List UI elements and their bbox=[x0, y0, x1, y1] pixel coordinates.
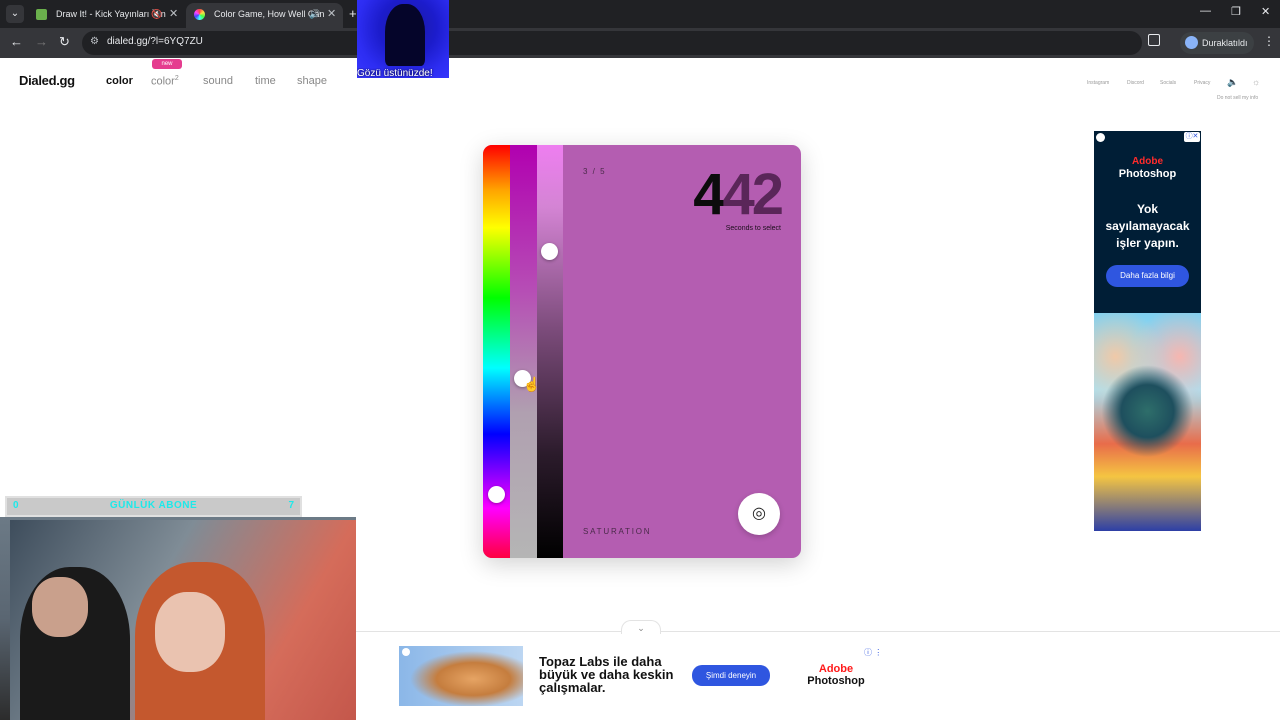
site-info-icon[interactable]: ⚙ bbox=[90, 36, 102, 48]
browser-tab-draw-it[interactable]: Draw It! - Kick Yayınları İçin 🔇 ✕ bbox=[28, 3, 185, 28]
ad-logo-icon bbox=[402, 648, 410, 656]
address-bar[interactable]: ⚙ dialed.gg/?l=6YQ7ZU ☆ bbox=[82, 31, 1209, 55]
lightness-slider[interactable] bbox=[537, 145, 563, 558]
minimize-icon[interactable]: — bbox=[1200, 5, 1211, 17]
overlay-caption: Gözü üstünüzde! bbox=[357, 68, 433, 78]
link-discord[interactable]: Discord bbox=[1127, 80, 1144, 86]
nav-color-squared[interactable]: color2 bbox=[151, 75, 179, 88]
daily-subscriber-bar: 0 GÜNLÜK ABONE 7 bbox=[5, 496, 302, 517]
ad-product: Photoshop bbox=[1118, 168, 1177, 180]
browser-tab-color-game[interactable]: Color Game, How Well Can 🔊 ✕ bbox=[186, 3, 343, 28]
close-tab-icon[interactable]: ✕ bbox=[327, 3, 336, 25]
side-advertisement[interactable]: ⓘ✕ Adobe Photoshop Yok sayılamayacak işl… bbox=[1094, 131, 1201, 531]
tab-title: Draw It! - Kick Yayınları İçin bbox=[56, 9, 166, 19]
back-icon[interactable]: ← bbox=[10, 34, 23, 49]
countdown-timer: 442 bbox=[693, 162, 784, 227]
ad-try-now-button[interactable]: Şimdi deneyin bbox=[692, 665, 770, 686]
ad-choices-icon[interactable]: ⓘ ⋮ bbox=[864, 647, 882, 658]
do-not-sell-link[interactable]: Do not sell my info bbox=[1217, 95, 1258, 101]
nav-color[interactable]: color bbox=[106, 75, 133, 87]
ad-product: Photoshop bbox=[807, 675, 865, 687]
restore-icon[interactable]: ❐ bbox=[1231, 5, 1241, 18]
color-game-favicon-icon bbox=[194, 9, 205, 20]
forward-icon[interactable]: → bbox=[35, 34, 48, 49]
pointer-hand-icon: ☝ bbox=[523, 376, 541, 392]
new-tab-button[interactable]: + bbox=[349, 6, 357, 21]
nav-label: color bbox=[151, 75, 175, 88]
ad-headline[interactable]: Topaz Labs ile daha büyük ve daha keskin… bbox=[539, 655, 679, 694]
phase-label: SATURATION bbox=[583, 527, 652, 536]
target-icon: ◎ bbox=[752, 505, 766, 522]
timer-label: Seconds to select bbox=[725, 225, 781, 232]
timer-seconds: 4 bbox=[693, 162, 725, 227]
browser-menu-icon[interactable]: ⋮ bbox=[1263, 34, 1275, 48]
sub-bar-label: GÜNLÜK ABONE bbox=[109, 500, 198, 511]
tab-search-button[interactable]: ⌄ bbox=[6, 5, 24, 23]
submit-color-button[interactable]: ◎ bbox=[738, 493, 780, 535]
streamer-two-face bbox=[155, 592, 225, 672]
reload-icon[interactable]: ↻ bbox=[59, 34, 70, 50]
stream-overlay-alert: Gözü üstünüzde! bbox=[357, 0, 449, 78]
webcam-feed bbox=[0, 517, 356, 720]
ad-choices-icon[interactable]: ⓘ✕ bbox=[1184, 132, 1200, 142]
collapse-ad-chevron-icon[interactable]: ⌄ bbox=[621, 620, 661, 634]
round-counter: 3 / 5 bbox=[583, 167, 607, 176]
muted-speaker-icon[interactable]: 🔇 bbox=[151, 3, 162, 25]
paused-label: Duraklatıldı bbox=[1202, 38, 1248, 48]
nav-time[interactable]: time bbox=[255, 75, 276, 87]
link-socials[interactable]: Socials bbox=[1160, 80, 1176, 86]
draw-it-favicon-icon bbox=[36, 9, 47, 20]
ad-slogan: Yok sayılamayacak işler yapın. bbox=[1105, 202, 1190, 250]
ad-logo-icon bbox=[1096, 133, 1105, 142]
new-badge: new bbox=[152, 59, 182, 69]
saturation-slider[interactable] bbox=[510, 145, 537, 558]
ad-brand: Adobe bbox=[818, 663, 854, 675]
link-privacy[interactable]: Privacy bbox=[1194, 80, 1210, 86]
ad-artwork-image bbox=[1094, 313, 1201, 531]
lightness-slider-handle[interactable] bbox=[541, 243, 558, 260]
streamer-one-face bbox=[32, 577, 88, 637]
tab-title: Color Game, How Well Can bbox=[214, 9, 325, 19]
ad-brand: Adobe bbox=[1131, 156, 1164, 167]
nav-superscript: 2 bbox=[174, 75, 179, 82]
ad-learn-more-button[interactable]: Daha fazla bilgi bbox=[1106, 265, 1189, 287]
ad-cat-image[interactable] bbox=[399, 646, 523, 706]
silhouette-image bbox=[385, 4, 425, 66]
browser-tab-bar: ⌄ Draw It! - Kick Yayınları İçin 🔇 ✕ Col… bbox=[0, 0, 1280, 28]
profile-paused-button[interactable]: Duraklatıldı bbox=[1180, 32, 1254, 54]
link-instagram[interactable]: Instagram bbox=[1087, 80, 1109, 86]
nav-shape[interactable]: shape bbox=[297, 75, 327, 87]
hue-slider-handle[interactable] bbox=[488, 486, 505, 503]
url-text[interactable]: dialed.gg/?l=6YQ7ZU bbox=[107, 36, 203, 47]
color-game-card: ☝ 3 / 5 442 Seconds to select SATURATION… bbox=[483, 145, 801, 558]
timer-fraction: 42 bbox=[722, 162, 783, 227]
theme-toggle-icon[interactable]: ☼ bbox=[1252, 77, 1260, 87]
nav-sound[interactable]: sound bbox=[203, 75, 233, 87]
site-logo[interactable]: Dialed.gg bbox=[19, 73, 75, 88]
close-tab-icon[interactable]: ✕ bbox=[169, 3, 178, 25]
sub-bar-goal: 7 bbox=[288, 500, 294, 511]
close-window-icon[interactable]: ✕ bbox=[1261, 5, 1270, 18]
volume-icon[interactable]: 🔈 bbox=[1227, 77, 1238, 88]
ad-divider bbox=[356, 631, 1280, 632]
browser-toolbar: ← → ↻ ⚙ dialed.gg/?l=6YQ7ZU ☆ Duraklatıl… bbox=[0, 28, 1280, 58]
speaker-icon[interactable]: 🔊 bbox=[309, 3, 320, 25]
profile-avatar-icon bbox=[1185, 36, 1198, 49]
extensions-icon[interactable] bbox=[1148, 34, 1160, 46]
